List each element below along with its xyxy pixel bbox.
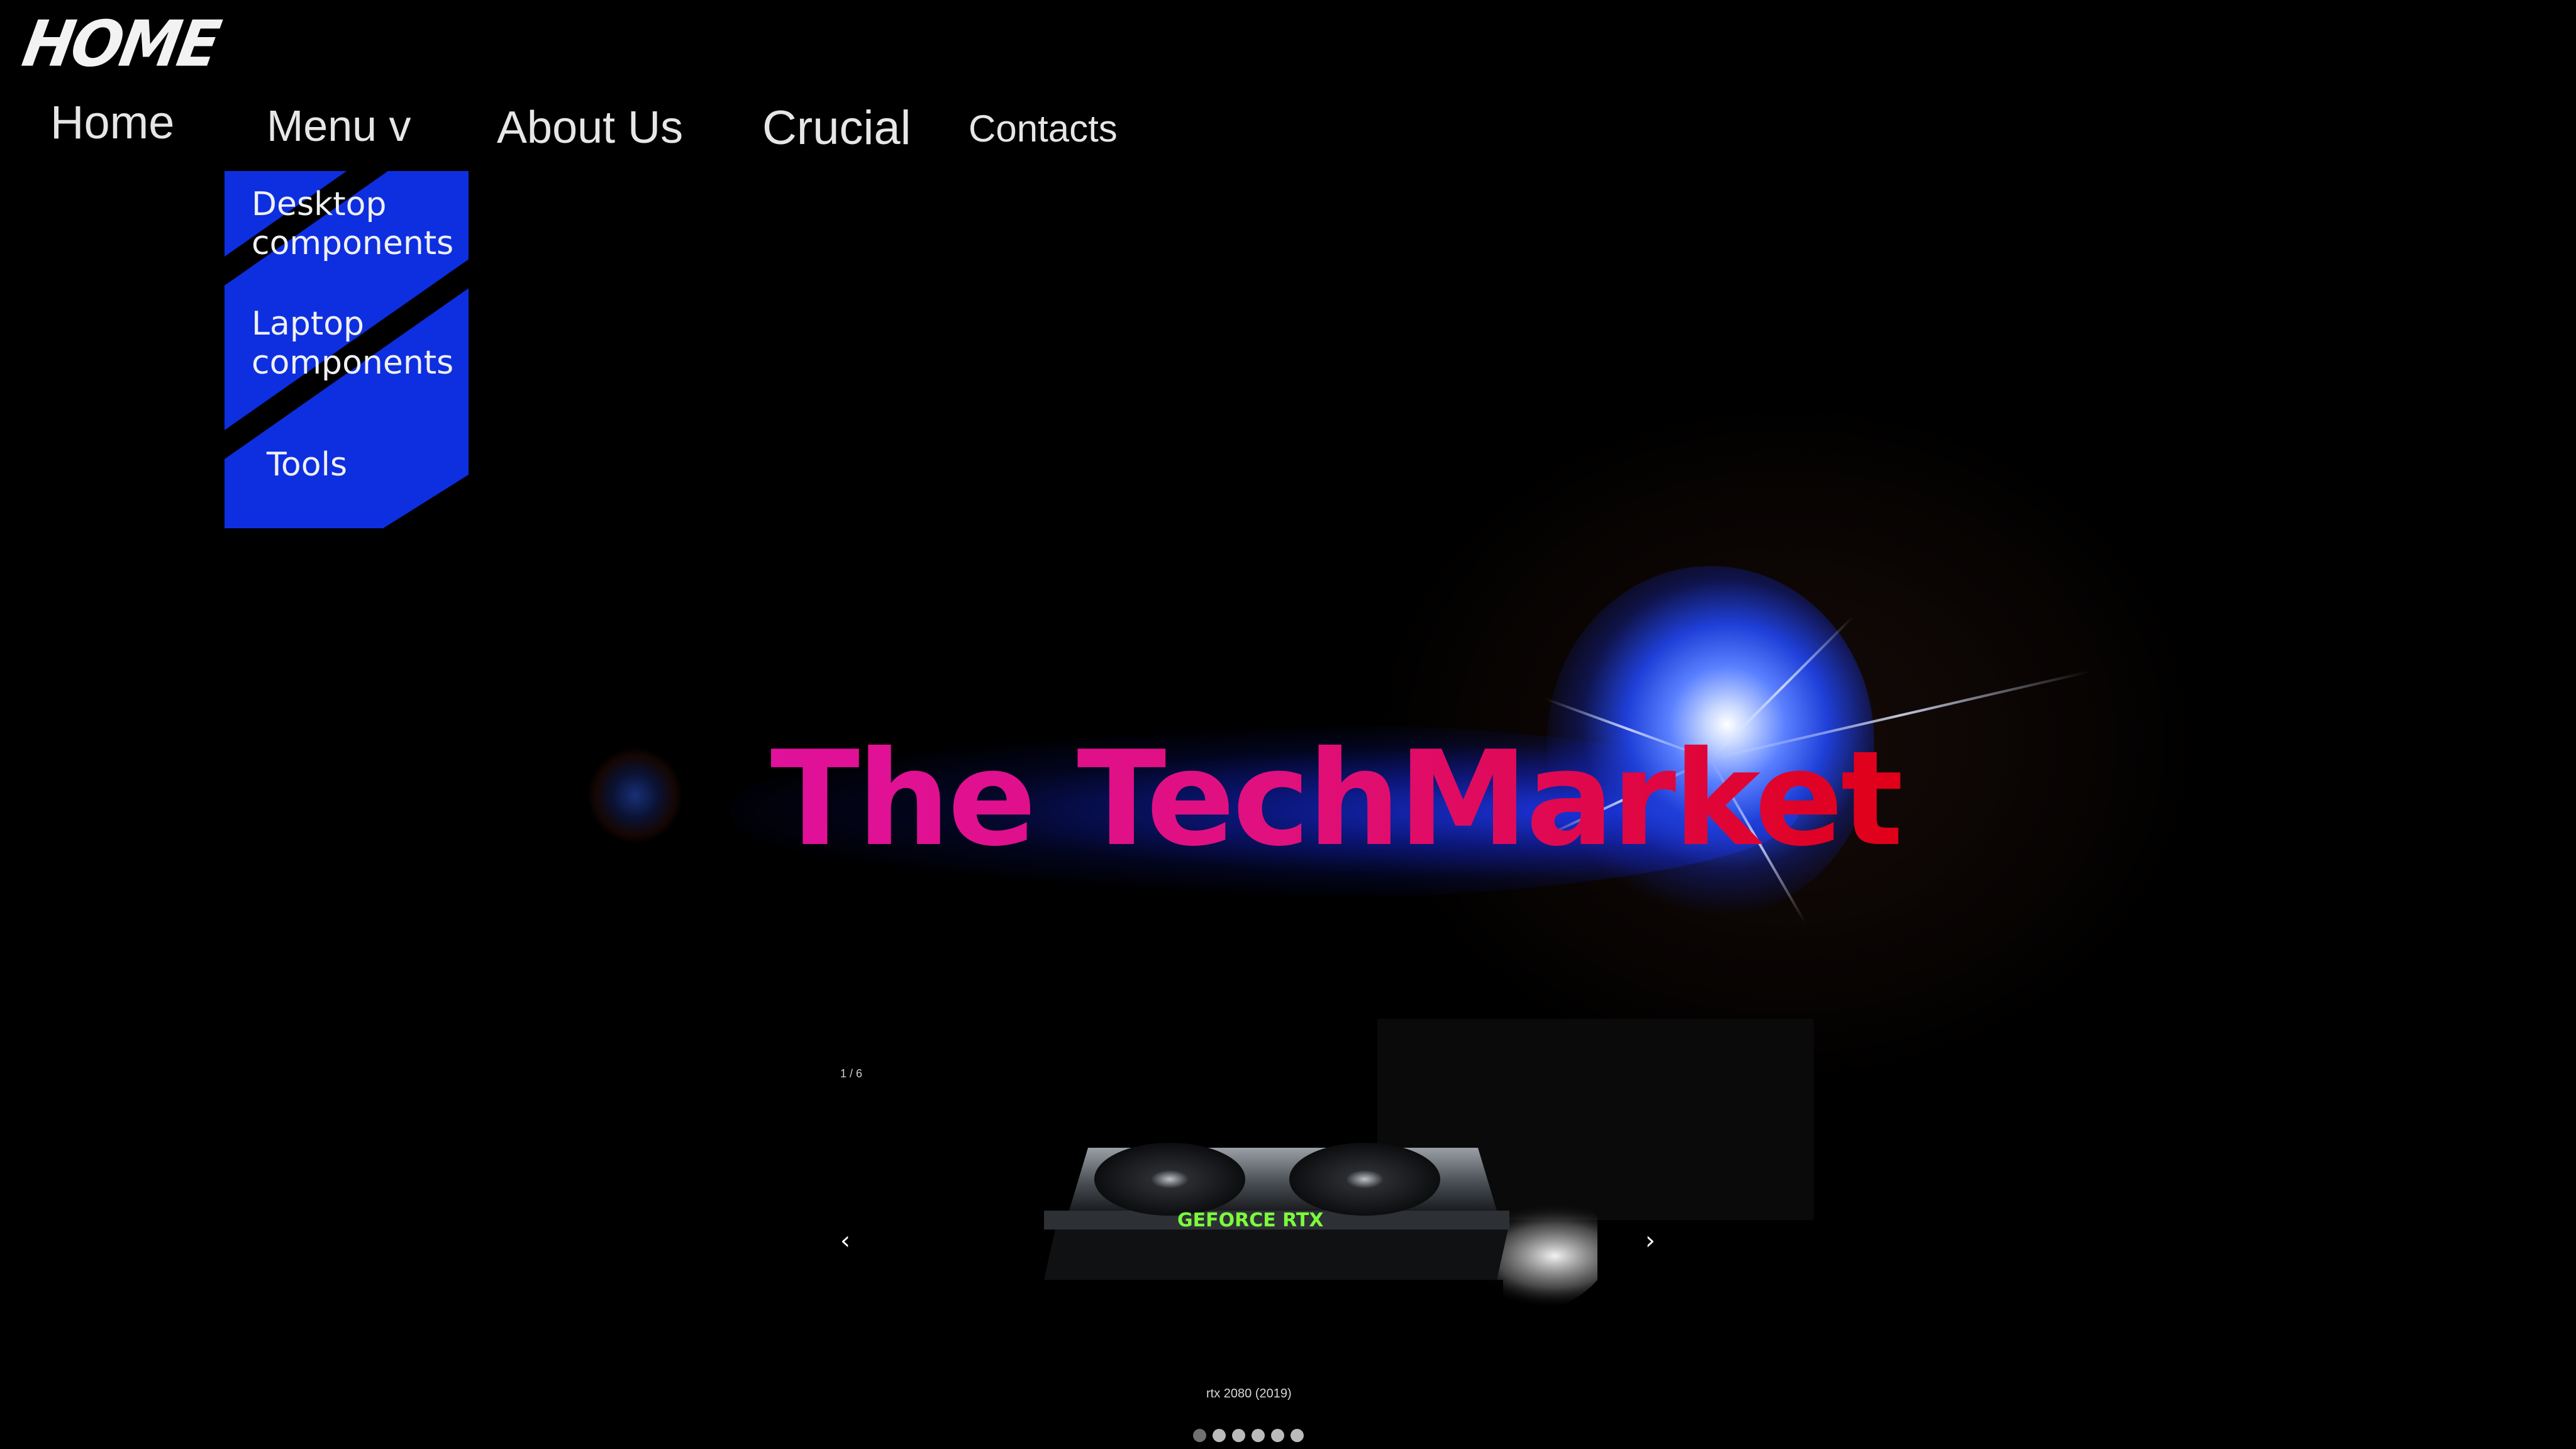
slideshow-dots bbox=[1193, 1429, 1304, 1442]
nav-crucial[interactable]: Crucial bbox=[762, 101, 911, 155]
gpu-fan-right bbox=[1289, 1143, 1440, 1216]
slide-dot[interactable] bbox=[1213, 1429, 1226, 1442]
slideshow-prev-button[interactable]: ‹ bbox=[840, 1226, 850, 1255]
nav-about-us[interactable]: About Us bbox=[497, 102, 683, 153]
slide-dot[interactable] bbox=[1252, 1429, 1265, 1442]
nav-home[interactable]: Home bbox=[50, 96, 174, 149]
slide-dot[interactable] bbox=[1193, 1429, 1206, 1442]
lens-flare-ghost bbox=[588, 748, 682, 843]
slide-dot[interactable] bbox=[1271, 1429, 1284, 1442]
slide-dot[interactable] bbox=[1232, 1429, 1245, 1442]
nav-menu-dropdown[interactable]: Menu v bbox=[267, 101, 411, 151]
gpu-product-image: GEFORCE RTX bbox=[1044, 1143, 1597, 1330]
gpu-fan-left bbox=[1094, 1143, 1245, 1216]
hero-title: The TechMarket bbox=[770, 723, 1903, 875]
slide-counter: 1 / 6 bbox=[840, 1067, 863, 1080]
dropdown-item-laptop-components[interactable]: Laptop components bbox=[252, 304, 465, 382]
nav-contacts[interactable]: Contacts bbox=[969, 107, 1118, 150]
gpu-brand-text: GEFORCE RTX bbox=[1177, 1209, 1324, 1231]
site-logo[interactable]: HOME bbox=[18, 7, 224, 81]
slide-dot[interactable] bbox=[1291, 1429, 1304, 1442]
slideshow-next-button[interactable]: › bbox=[1645, 1226, 1655, 1255]
slide-caption: rtx 2080 (2019) bbox=[1206, 1387, 1292, 1401]
dropdown-item-tools[interactable]: Tools bbox=[267, 445, 347, 484]
dropdown-item-desktop-components[interactable]: Desktop components bbox=[252, 185, 465, 263]
